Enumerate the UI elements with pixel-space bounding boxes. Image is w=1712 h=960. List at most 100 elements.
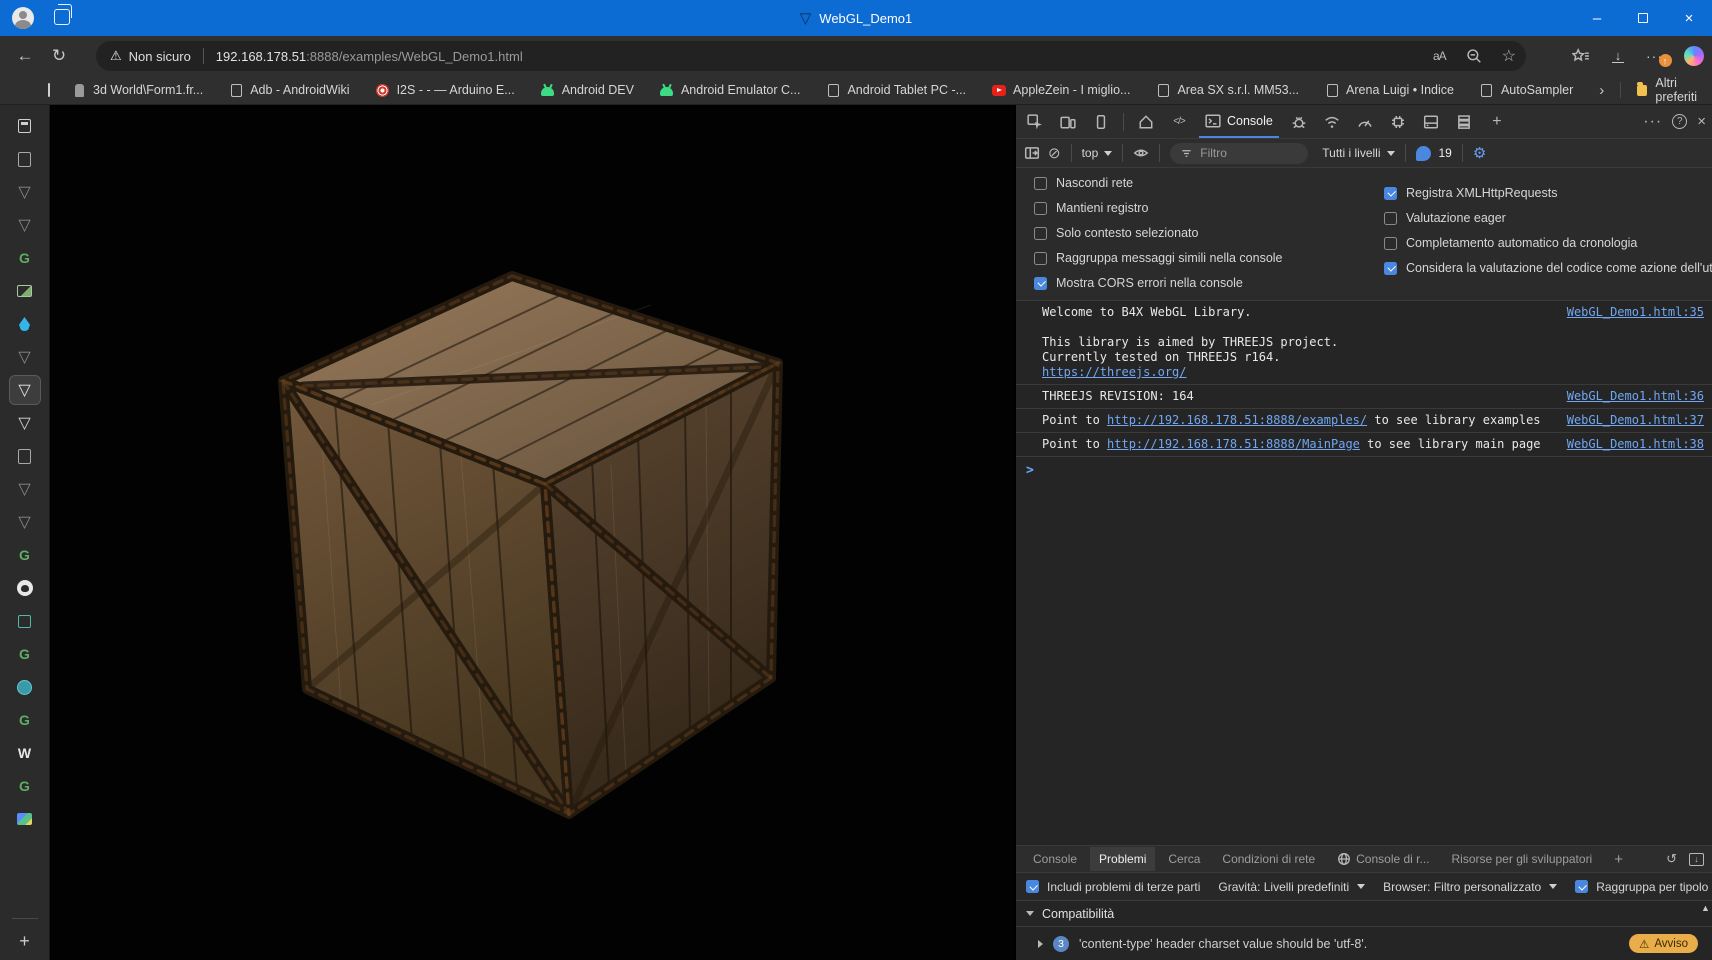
messages-bubble-icon[interactable]	[1416, 146, 1431, 161]
flame-icon[interactable]	[14, 313, 36, 335]
drawer-tab-cerca[interactable]: Cerca	[1159, 847, 1209, 871]
back-button[interactable]: ←	[8, 41, 42, 71]
checkbox[interactable]	[1034, 202, 1047, 215]
checkbox[interactable]	[1575, 880, 1588, 893]
checkbox[interactable]	[1034, 277, 1047, 290]
tab-memory-chip-icon[interactable]	[1385, 109, 1411, 135]
add-sidebar-item-button[interactable]: +	[14, 930, 36, 952]
google-g-icon[interactable]: G	[14, 247, 36, 269]
checkbox[interactable]	[1384, 262, 1397, 275]
setting-checkbox-row[interactable]: Registra XMLHttpRequests	[1384, 186, 1557, 200]
google-g-icon[interactable]: G	[14, 709, 36, 731]
bookmark-item[interactable]: 3d World\Form1.fr...	[72, 83, 203, 97]
tab-actions-icon[interactable]	[14, 115, 36, 137]
group-checkbox-row[interactable]: Raggruppa per tipolo	[1575, 880, 1708, 894]
image-icon[interactable]	[14, 280, 36, 302]
tab-console[interactable]: Console	[1199, 105, 1279, 138]
tab-layers-icon[interactable]	[1451, 109, 1477, 135]
context-selector[interactable]: top	[1082, 146, 1113, 160]
drawer-tab-console-rendering[interactable]: Console di r...	[1328, 847, 1438, 871]
add-tool-button[interactable]: +	[1484, 109, 1510, 135]
webgl-canvas[interactable]	[51, 105, 1015, 960]
bookmark-item[interactable]: I2S - - — Arduino E...	[376, 83, 515, 97]
google-g-icon[interactable]: G	[14, 544, 36, 566]
scroll-up-arrow-icon[interactable]: ▲	[1701, 903, 1710, 960]
clear-console-icon[interactable]: ⊘	[1048, 144, 1061, 162]
setting-checkbox-row[interactable]: Valutazione eager	[1384, 211, 1506, 225]
close-button[interactable]: ×	[1666, 0, 1712, 36]
collections-icon[interactable]	[48, 83, 50, 97]
source-link[interactable]: WebGL_Demo1.html:35	[1567, 305, 1704, 319]
wikipedia-w-icon[interactable]: W	[14, 742, 36, 764]
device-frame-icon[interactable]	[1088, 109, 1114, 135]
drawer-tab-problemi[interactable]: Problemi	[1090, 847, 1155, 871]
drawer-add-tab-button[interactable]: +	[1605, 846, 1632, 873]
console-input-row[interactable]: >	[1016, 457, 1712, 482]
webgl-triangle-icon[interactable]: ▽	[14, 412, 36, 434]
security-chip[interactable]: ⚠ Non sicuro	[110, 48, 191, 64]
github-icon[interactable]	[14, 577, 36, 599]
browser-menu-icon[interactable]: ···↑	[1646, 48, 1663, 64]
webgl-triangle-icon[interactable]: ▽	[14, 346, 36, 368]
inspect-element-icon[interactable]	[1022, 109, 1048, 135]
favorite-star-icon[interactable]: ☆	[1502, 46, 1516, 66]
webgl-triangle-icon[interactable]: ▽	[14, 214, 36, 236]
devtools-help-icon[interactable]: ?	[1672, 114, 1687, 129]
document-icon[interactable]	[14, 445, 36, 467]
source-link[interactable]: WebGL_Demo1.html:36	[1567, 389, 1704, 403]
other-favorites-button[interactable]: Altri preferiti	[1655, 76, 1702, 104]
device-emulation-icon[interactable]	[1055, 109, 1081, 135]
devtools-close-icon[interactable]: ×	[1697, 113, 1706, 130]
setting-checkbox-row[interactable]: Mostra CORS errori nella console	[1034, 276, 1243, 290]
bookmark-item[interactable]: Arena Luigi • Indice	[1325, 83, 1454, 97]
examples-link[interactable]: http://192.168.178.51:8888/examples/	[1107, 413, 1367, 427]
checkbox[interactable]	[1384, 237, 1397, 250]
address-bar[interactable]: ⚠ Non sicuro 192.168.178.51:8888/example…	[96, 41, 1526, 71]
setting-checkbox-row[interactable]: Raggruppa messaggi simili nella console	[1034, 251, 1283, 265]
webgl-triangle-icon[interactable]: ▽	[14, 181, 36, 203]
checkbox[interactable]	[1034, 252, 1047, 265]
google-g-icon[interactable]: G	[14, 775, 36, 797]
drawer-tab-condizioni-rete[interactable]: Condizioni di rete	[1213, 847, 1324, 871]
webgl-triangle-icon[interactable]: ▽	[14, 478, 36, 500]
bookmarks-overflow-chevron-icon[interactable]: ›	[1599, 82, 1604, 99]
tab-elements-icon[interactable]: </>	[1166, 109, 1192, 135]
translate-icon[interactable]: aA	[1433, 49, 1446, 63]
bookmark-item[interactable]: Adb - AndroidWiki	[229, 83, 349, 97]
compatibility-section-header[interactable]: Compatibilità ▲	[1016, 901, 1712, 927]
checkbox[interactable]	[1034, 227, 1047, 240]
source-link[interactable]: WebGL_Demo1.html:37	[1567, 413, 1704, 427]
photo-icon[interactable]	[14, 808, 36, 830]
severity-dropdown[interactable]: Gravità: Livelli predefiniti	[1218, 880, 1365, 894]
bookmark-item[interactable]: AppleZein - I miglio...	[992, 83, 1130, 97]
zoom-icon[interactable]	[1466, 48, 1482, 64]
minimize-button[interactable]: –	[1574, 0, 1620, 36]
drawer-tab-console[interactable]: Console	[1024, 847, 1086, 871]
favorites-bar-icon[interactable]	[1572, 48, 1590, 64]
bookmark-item[interactable]: Area SX s.r.l. MM53...	[1156, 83, 1299, 97]
dock-drawer-icon[interactable]: ↓	[1689, 853, 1704, 866]
downloads-icon[interactable]: ↓	[1611, 50, 1625, 63]
webgl-triangle-icon[interactable]: ▽	[14, 511, 36, 533]
google-g-icon[interactable]: G	[14, 643, 36, 665]
threejs-link[interactable]: https://threejs.org/	[1042, 365, 1338, 380]
setting-checkbox-row[interactable]: Mantieni registro	[1034, 201, 1148, 215]
webgl-triangle-active-icon[interactable]: ▽	[9, 375, 41, 405]
chevron-collapsed-icon[interactable]	[1038, 940, 1043, 948]
console-settings-gear-icon[interactable]: ⚙	[1473, 144, 1486, 162]
checkbox[interactable]	[1034, 177, 1047, 190]
browser-filter-dropdown[interactable]: Browser: Filtro personalizzato	[1383, 880, 1557, 894]
drawer-tab-risorse[interactable]: Risorse per gli sviluppatori	[1443, 847, 1602, 871]
filter-input[interactable]	[1200, 146, 1290, 160]
browser-tab[interactable]: ▽ WebGL_Demo1	[0, 0, 1712, 36]
devtools-more-icon[interactable]: ···	[1643, 113, 1662, 131]
document-icon[interactable]	[14, 148, 36, 170]
issue-row[interactable]: 3 'content-type' header charset value sh…	[1016, 927, 1712, 960]
copilot-icon[interactable]	[1684, 46, 1704, 66]
console-sidebar-icon[interactable]	[1024, 145, 1040, 161]
console-filter[interactable]	[1170, 143, 1308, 164]
checkbox[interactable]	[1384, 187, 1397, 200]
tab-debugger-bug-icon[interactable]	[1286, 109, 1312, 135]
setting-checkbox-row[interactable]: Solo contesto selezionato	[1034, 226, 1198, 240]
tab-network-wifi-icon[interactable]	[1319, 109, 1345, 135]
